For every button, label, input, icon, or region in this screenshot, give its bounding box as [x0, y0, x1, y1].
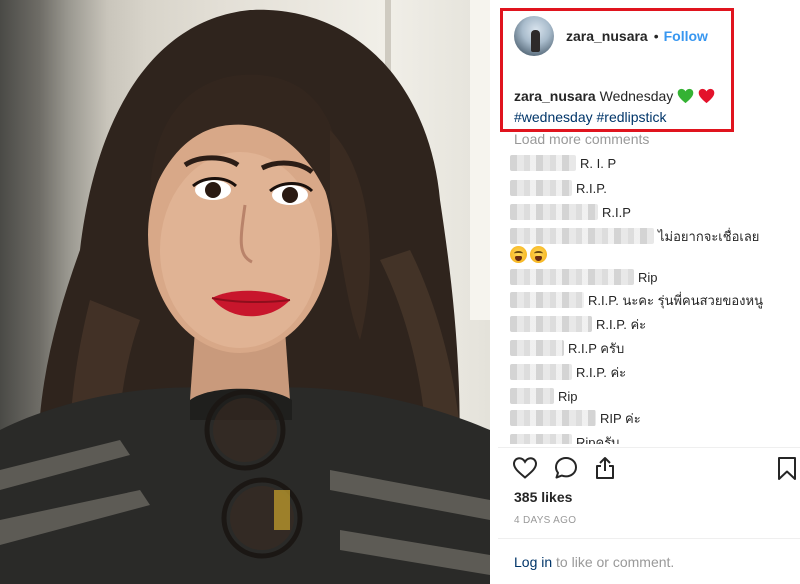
- crying-face-icon: [530, 245, 547, 263]
- comment-text: Rip: [558, 388, 578, 404]
- comment-item: Rip: [510, 267, 658, 287]
- comment-item: ไม่อยากจะเชื่อเลย: [510, 226, 759, 246]
- comment-item: R.I.P. ค่ะ: [510, 314, 646, 334]
- comment-text: Rip: [638, 269, 658, 285]
- comment-item: R. I. P: [510, 153, 616, 173]
- comment-bubble-icon[interactable]: [553, 455, 579, 481]
- selfie-illustration: [0, 0, 490, 584]
- redacted-username: [510, 388, 554, 404]
- comment-text: R. I. P: [580, 155, 617, 171]
- redacted-username: [510, 204, 598, 220]
- redacted-username: [510, 180, 572, 196]
- comment-text: R.I.P. ค่ะ: [596, 316, 647, 332]
- share-icon[interactable]: [592, 455, 618, 481]
- redacted-username: [510, 228, 654, 244]
- comment-text: R.I.P ครับ: [568, 340, 625, 356]
- comment-item: R.I.P. นะคะ รุ่นพี่คนสวยของหนู: [510, 290, 763, 310]
- login-suffix: to like or comment.: [552, 554, 675, 570]
- redacted-username: [510, 269, 634, 285]
- login-link[interactable]: Log in: [514, 554, 552, 570]
- comment-item: R.I.P: [510, 202, 631, 222]
- redacted-username: [510, 316, 592, 332]
- green-heart-icon: [677, 88, 694, 104]
- redacted-username: [510, 340, 564, 356]
- comment-text: R.I.P: [602, 204, 631, 220]
- comment-text: R.I.P. นะคะ รุ่นพี่คนสวยของหนู: [588, 292, 763, 308]
- redacted-username: [510, 434, 572, 444]
- comment-item: R.I.P.: [510, 178, 607, 198]
- bookmark-icon[interactable]: [774, 455, 800, 481]
- comment-text: ไม่อยากจะเชื่อเลย: [658, 228, 760, 244]
- caption-text: Wednesday: [599, 88, 674, 104]
- post-timestamp[interactable]: 4 DAYS AGO: [514, 515, 576, 526]
- crying-face-icon: [510, 245, 527, 263]
- comment-item: R.I.P ครับ: [510, 338, 624, 358]
- author-avatar[interactable]: [514, 16, 554, 56]
- comment-item: Rip: [510, 386, 578, 406]
- follow-button[interactable]: Follow: [664, 28, 708, 44]
- comment-item: Ripครับ: [510, 432, 619, 444]
- actions-divider: [498, 447, 800, 448]
- like-heart-icon[interactable]: [512, 455, 538, 481]
- comment-emoji-row: [510, 244, 550, 264]
- caption-username[interactable]: zara_nusara: [514, 88, 596, 104]
- comment-text: R.I.P.: [576, 180, 607, 196]
- comment-item: RIP ค่ะ: [510, 408, 641, 428]
- comment-item: R.I.P. ค่ะ: [510, 362, 626, 382]
- comment-text: Ripครับ: [576, 434, 620, 445]
- header-separator: •: [653, 28, 659, 44]
- author-username[interactable]: zara_nusara: [566, 28, 648, 44]
- login-divider: [498, 538, 800, 539]
- comments-list: R. I. P R.I.P. R.I.P ไม่อยากจะเชื่อเลย R…: [510, 150, 800, 444]
- red-heart-icon: [698, 88, 715, 104]
- comment-text: R.I.P. ค่ะ: [576, 364, 627, 380]
- redacted-username: [510, 155, 576, 171]
- caption-hashtags[interactable]: #wednesday #redlipstick: [514, 109, 667, 125]
- likes-count[interactable]: 385 likes: [514, 489, 572, 505]
- load-more-comments-button[interactable]: Load more comments: [514, 131, 649, 147]
- post-caption: zara_nusara Wednesday #wednesday #redlip…: [514, 86, 784, 128]
- post-photo[interactable]: [0, 0, 490, 584]
- post-header: zara_nusara • Follow: [514, 16, 708, 56]
- redacted-username: [510, 292, 584, 308]
- redacted-username: [510, 364, 572, 380]
- redacted-username: [510, 410, 596, 426]
- comment-text: RIP ค่ะ: [600, 410, 641, 426]
- login-prompt: Log in to like or comment.: [514, 554, 674, 570]
